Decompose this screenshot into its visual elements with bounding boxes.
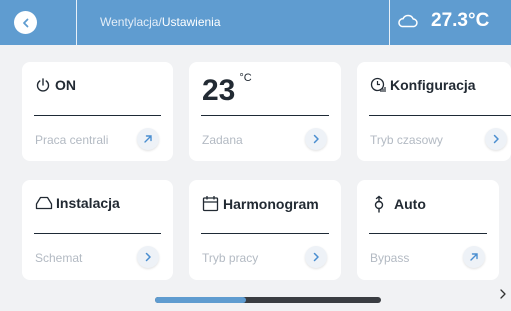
power-icon [36, 78, 50, 92]
calendar-icon [202, 196, 219, 212]
power-card-header: ON [35, 77, 76, 93]
bypass-action-button[interactable] [463, 246, 485, 268]
schedule-action-button[interactable] [305, 246, 327, 268]
schedule-title: Harmonogram [223, 195, 319, 212]
chevron-right-icon [145, 252, 151, 262]
setpoint-unit: °C [239, 72, 252, 84]
install-title: Instalacja [56, 195, 120, 211]
power-card[interactable]: ON Praca centrali [22, 62, 173, 161]
card-divider [201, 233, 329, 234]
top-bar: Wentylacja/Ustawienia 27.3°C [0, 0, 511, 45]
schedule-card-header: Harmonogram [202, 195, 319, 212]
power-action-button[interactable] [137, 128, 159, 150]
config-subtitle: Tryb czasowy [370, 133, 443, 147]
card-divider [34, 233, 161, 234]
config-card-header: Konfiguracja [370, 77, 476, 93]
setpoint-action-button[interactable] [305, 128, 327, 150]
install-subtitle: Schemat [35, 251, 83, 265]
arrow-up-right-icon [144, 135, 152, 143]
bypass-card-header: Auto [370, 195, 426, 213]
back-button[interactable] [14, 11, 37, 34]
bypass-valve-icon [374, 195, 384, 213]
schedule-card[interactable]: Harmonogram Tryb pracy [189, 180, 341, 280]
schedule-subtitle: Tryb pracy [202, 251, 259, 265]
bypass-subtitle: Bypass [370, 251, 410, 265]
config-title: Konfiguracja [390, 77, 476, 93]
chevron-right-icon [313, 134, 319, 144]
breadcrumb-current: Ustawienia [161, 15, 221, 29]
install-action-button[interactable] [137, 246, 159, 268]
setpoint-header: 23 °C [202, 72, 252, 108]
header-divider [389, 0, 390, 45]
cloud-icon [398, 14, 418, 28]
chevron-right-icon [313, 252, 319, 262]
weather-display: 27.3°C [397, 10, 489, 32]
clock-signal-icon [370, 77, 386, 92]
chevron-left-icon [22, 18, 28, 27]
arrow-up-right-icon [470, 253, 478, 261]
bypass-card[interactable]: Auto Bypass [357, 180, 499, 280]
card-divider [201, 115, 329, 116]
bypass-mode: Auto [394, 196, 426, 212]
chevron-right-icon [493, 134, 499, 144]
setpoint-value: 23 [202, 74, 236, 107]
outdoor-temperature: 27.3°C [431, 10, 490, 31]
breadcrumb-parent[interactable]: Wentylacja/ [100, 15, 162, 29]
card-divider [369, 233, 487, 234]
card-divider [34, 115, 161, 116]
page-scroll-thumb[interactable] [155, 297, 246, 303]
power-status: ON [55, 77, 76, 93]
card-divider [369, 115, 511, 116]
house-outline-icon [35, 196, 53, 210]
next-page-arrow-icon[interactable] [498, 288, 508, 300]
setpoint-card[interactable]: 23 °C Zadana [189, 62, 341, 161]
config-action-button[interactable] [485, 128, 507, 150]
setpoint-subtitle: Zadana [202, 133, 243, 147]
power-card-subtitle: Praca centrali [35, 133, 109, 147]
breadcrumb: Wentylacja/Ustawienia [100, 15, 221, 29]
install-card[interactable]: Instalacja Schemat [22, 180, 173, 280]
config-card[interactable]: Konfiguracja Tryb czasowy [357, 62, 511, 161]
install-card-header: Instalacja [35, 195, 120, 211]
header-divider [76, 0, 77, 45]
